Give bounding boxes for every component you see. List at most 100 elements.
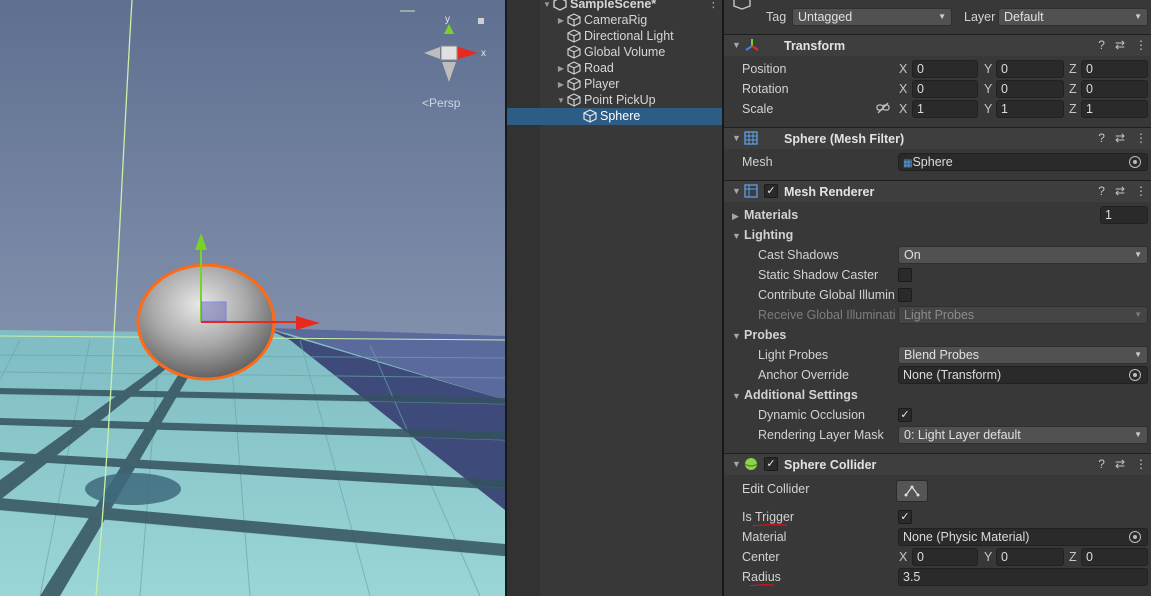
mesh-renderer-enabled-checkbox[interactable]: ✓ [764, 184, 778, 198]
kebab-menu-icon[interactable]: ⋮ [1135, 131, 1147, 145]
light-probes-dropdown[interactable]: Blend Probes ▼ [898, 346, 1148, 364]
axis-x-label: X [899, 82, 908, 96]
scene-viewport[interactable]: y x [0, 0, 505, 596]
position-x-field[interactable]: 0 [912, 60, 978, 78]
fold-arrow-icon[interactable]: ▼ [732, 186, 741, 196]
rotation-y-field[interactable]: 0 [996, 80, 1064, 98]
axis-y-label: Y [984, 82, 993, 96]
rotation-z-field[interactable]: 0 [1081, 80, 1148, 98]
gameobject-icon [733, 0, 751, 10]
position-z-field[interactable]: 0 [1081, 60, 1148, 78]
gizmo-plane-handle[interactable] [201, 301, 227, 322]
help-icon[interactable]: ? [1098, 184, 1105, 198]
hierarchy-item-label: Directional Light [584, 29, 674, 43]
expand-arrow-icon[interactable]: ▼ [541, 0, 553, 9]
axis-x-label: X [899, 102, 908, 116]
axis-z-label: Z [1069, 102, 1077, 116]
center-z-field[interactable]: 0 [1081, 548, 1148, 566]
axis-z-label: Z [1069, 82, 1077, 96]
tag-dropdown[interactable]: Untagged ▼ [792, 8, 952, 26]
object-picker-icon[interactable] [1129, 369, 1141, 381]
kebab-menu-icon[interactable]: ⋮ [1135, 184, 1147, 198]
hierarchy-item-road[interactable]: ▶ Road [555, 60, 614, 76]
preset-icon[interactable]: ⇄ [1115, 38, 1125, 52]
materials-count-field[interactable]: 1 [1100, 206, 1148, 224]
probes-fold-arrow-icon[interactable]: ▼ [732, 331, 741, 341]
dynamic-occlusion-label: Dynamic Occlusion [758, 408, 865, 422]
hierarchy-item-label: Player [584, 77, 620, 91]
gameobject-cube-icon [583, 109, 597, 123]
hierarchy-item-global-volume[interactable]: Global Volume [555, 44, 665, 60]
hierarchy-gutter [507, 0, 540, 596]
hierarchy-item-sphere[interactable]: Sphere [571, 108, 640, 124]
fold-arrow-icon[interactable]: ▼ [732, 133, 741, 143]
lighting-fold-arrow-icon[interactable]: ▼ [732, 231, 741, 241]
rendering-layer-mask-dropdown[interactable]: 0: Light Layer default ▼ [898, 426, 1148, 444]
mesh-renderer-header[interactable]: ▼ ✓ Mesh Renderer ? ⇄ ⋮ [724, 180, 1151, 202]
help-icon[interactable]: ? [1098, 457, 1105, 471]
help-icon[interactable]: ? [1098, 38, 1105, 52]
dynamic-occlusion-checkbox[interactable]: ✓ [898, 408, 912, 422]
kebab-menu-icon[interactable]: ⋮ [1135, 457, 1147, 471]
additional-settings-fold-arrow-icon[interactable]: ▼ [732, 391, 741, 401]
expand-arrow-icon[interactable]: ▶ [555, 80, 567, 89]
expand-arrow-icon[interactable]: ▶ [555, 16, 567, 25]
collapse-arrow-icon[interactable]: ▼ [555, 96, 567, 105]
static-shadow-caster-label: Static Shadow Caster [758, 268, 879, 282]
layer-dropdown[interactable]: Default ▼ [998, 8, 1148, 26]
materials-fold-arrow-icon[interactable]: ▶ [732, 211, 739, 222]
contribute-gi-checkbox[interactable] [898, 288, 912, 302]
sphere-collider-header[interactable]: ▼ ✓ Sphere Collider ? ⇄ ⋮ [724, 453, 1151, 475]
center-x-field[interactable]: 0 [912, 548, 978, 566]
position-y-field[interactable]: 0 [996, 60, 1064, 78]
gameobject-cube-icon [567, 45, 581, 59]
transform-header[interactable]: ▼ Transform ? ⇄ ⋮ [724, 34, 1151, 56]
center-y-field[interactable]: 0 [996, 548, 1064, 566]
rotation-x-field[interactable]: 0 [912, 80, 978, 98]
preset-icon[interactable]: ⇄ [1115, 131, 1125, 145]
mesh-filter-header[interactable]: ▼ Sphere (Mesh Filter) ? ⇄ ⋮ [724, 127, 1151, 149]
mesh-object-field[interactable]: ▦Sphere [898, 153, 1148, 171]
scale-z-field[interactable]: 1 [1081, 100, 1148, 118]
persp-label[interactable]: <Persp [422, 96, 460, 110]
help-icon[interactable]: ? [1098, 131, 1105, 145]
scene-view[interactable]: y x <Persp [0, 0, 505, 596]
anchor-override-label: Anchor Override [758, 368, 850, 382]
physic-material-field[interactable]: None (Physic Material) [898, 528, 1148, 546]
preset-icon[interactable]: ⇄ [1115, 184, 1125, 198]
mesh-renderer-icon [744, 184, 758, 198]
object-picker-icon[interactable] [1129, 531, 1141, 543]
gameobject-cube-icon [567, 77, 581, 91]
additional-settings-label: Additional Settings [744, 388, 858, 402]
inspector-panel: Tag Untagged ▼ Layer Default ▼ ▼ Transform… [722, 0, 1151, 596]
mesh-label: Mesh [742, 155, 773, 169]
contribute-gi-label: Contribute Global Illumin [758, 288, 895, 302]
axis-x-label: X [899, 62, 908, 76]
kebab-menu-icon[interactable]: ⋮ [1135, 38, 1147, 52]
red-underline-annotation [749, 584, 775, 587]
hierarchy-item-label: Road [584, 61, 614, 75]
preset-icon[interactable]: ⇄ [1115, 457, 1125, 471]
hierarchy-item-player[interactable]: ▶ Player [555, 76, 620, 92]
is-trigger-checkbox[interactable]: ✓ [898, 510, 912, 524]
radius-field[interactable]: 3.5 [898, 568, 1148, 586]
expand-arrow-icon[interactable]: ▶ [555, 64, 567, 73]
constrain-proportions-icon[interactable] [876, 102, 890, 114]
cast-shadows-dropdown[interactable]: On ▼ [898, 246, 1148, 264]
hierarchy-item-label: Global Volume [584, 45, 666, 59]
scale-y-field[interactable]: 1 [996, 100, 1064, 118]
hierarchy-item-directional-light[interactable]: Directional Light [555, 28, 674, 44]
fold-arrow-icon[interactable]: ▼ [732, 40, 741, 50]
scene-root-item[interactable]: ▼ SampleScene* [541, 0, 656, 12]
hierarchy-item-point-pickup[interactable]: ▼ Point PickUp [555, 92, 656, 108]
fold-arrow-icon[interactable]: ▼ [732, 459, 741, 469]
object-picker-icon[interactable] [1129, 156, 1141, 168]
scale-x-field[interactable]: 1 [912, 100, 978, 118]
anchor-override-field[interactable]: None (Transform) [898, 366, 1148, 384]
kebab-menu-icon[interactable]: ⋮ [707, 0, 720, 11]
static-shadow-caster-checkbox[interactable] [898, 268, 912, 282]
edit-collider-button[interactable] [896, 480, 928, 502]
unity-scene-icon [553, 0, 567, 11]
hierarchy-item-camerarig[interactable]: ▶ CameraRig [555, 12, 647, 28]
sphere-collider-enabled-checkbox[interactable]: ✓ [764, 457, 778, 471]
